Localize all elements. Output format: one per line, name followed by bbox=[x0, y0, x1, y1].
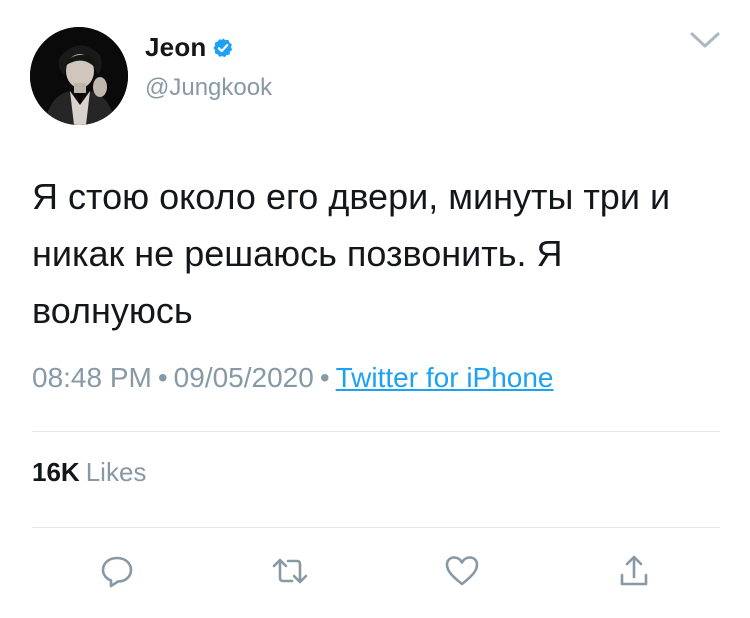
meta-separator: • bbox=[157, 362, 168, 393]
chevron-down-icon[interactable] bbox=[688, 28, 722, 52]
share-button[interactable] bbox=[614, 551, 654, 591]
verified-badge-icon bbox=[212, 37, 234, 59]
likes-stat[interactable]: 16K Likes bbox=[32, 457, 146, 488]
meta-separator: • bbox=[319, 362, 330, 393]
tweet-text: Я стою около его двери, минуты три и ник… bbox=[32, 176, 671, 331]
avatar[interactable] bbox=[30, 27, 128, 125]
like-button[interactable] bbox=[442, 551, 482, 591]
tweet-meta: 08:48 PM • 09/05/2020 • Twitter for iPhone bbox=[32, 362, 554, 394]
tweet-time: 08:48 PM bbox=[32, 362, 152, 393]
like-icon bbox=[445, 556, 479, 586]
likes-count: 16K bbox=[32, 457, 80, 487]
reply-icon bbox=[101, 556, 133, 588]
tweet-source-link[interactable]: Twitter for iPhone bbox=[336, 362, 554, 393]
retweet-icon bbox=[272, 558, 308, 584]
tweet-date: 09/05/2020 bbox=[173, 362, 314, 393]
divider bbox=[32, 431, 720, 432]
retweet-button[interactable] bbox=[270, 551, 310, 591]
divider bbox=[32, 527, 720, 528]
likes-label: Likes bbox=[85, 457, 147, 487]
share-icon bbox=[620, 555, 648, 586]
author-display-name[interactable]: Jeon bbox=[145, 32, 206, 63]
author-name-row[interactable]: Jeon bbox=[145, 32, 234, 63]
reply-button[interactable] bbox=[97, 551, 137, 591]
author-handle[interactable]: @Jungkook bbox=[145, 74, 272, 102]
